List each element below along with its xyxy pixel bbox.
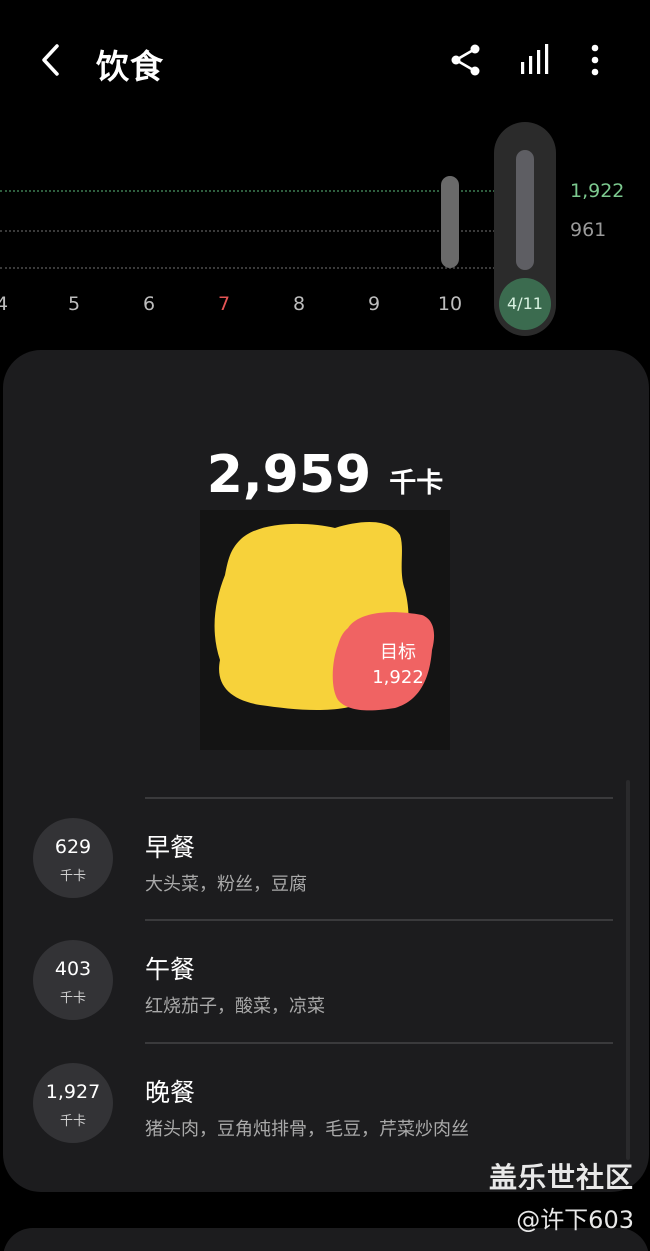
day-label[interactable]: 8 [279, 293, 319, 315]
total-calories: 2,959 千卡 [0, 445, 650, 505]
lemon-icon [214, 522, 435, 711]
goal-reference-line [0, 190, 495, 192]
day-label[interactable]: 6 [129, 293, 169, 315]
day-label[interactable]: 4 [0, 293, 22, 315]
calorie-bar-day-10[interactable] [441, 176, 459, 268]
selected-date-badge: 4/11 [499, 278, 551, 330]
app-header: 饮食 [0, 0, 650, 120]
day-label[interactable]: 9 [354, 293, 394, 315]
day-label[interactable]: 5 [54, 293, 94, 315]
meal-calorie-badge: 1,927 千卡 [33, 1063, 113, 1143]
meal-calories: 403 [54, 958, 92, 980]
meal-calories: 629 [54, 836, 92, 858]
meal-name: 晚餐 [145, 1078, 196, 1107]
day-label[interactable]: 10 [430, 293, 470, 315]
daily-calorie-chart: 1,922 961 4 5 6 7 8 9 10 4/11 [0, 120, 650, 345]
meal-calories-unit: 千卡 [59, 869, 86, 884]
day-label-sunday[interactable]: 7 [204, 293, 244, 315]
meal-items: 猪头肉，豆角炖排骨，毛豆，芹菜炒肉丝 [145, 1119, 469, 1140]
divider [145, 797, 613, 799]
meal-name: 午餐 [145, 955, 196, 984]
meal-calorie-badge: 403 千卡 [33, 940, 113, 1020]
share-button[interactable] [446, 40, 486, 80]
watermark: 盖乐世社区 @许下603 [489, 1156, 634, 1235]
diet-page: 饮食 1,922 961 4 5 6 7 8 9 10 4/11 2,959 千… [0, 0, 650, 1251]
calorie-bar-selected [516, 150, 534, 270]
chevron-left-icon [42, 44, 59, 76]
watermark-main: 盖乐世社区 [488, 1161, 634, 1194]
total-calories-unit: 千卡 [389, 468, 444, 499]
back-button[interactable] [30, 38, 74, 82]
meal-calories-unit: 千卡 [59, 1114, 86, 1129]
watermark-sub: @许下603 [516, 1206, 634, 1234]
half-goal-reference-line [0, 230, 495, 232]
meal-calories: 1,927 [45, 1081, 101, 1103]
more-options-button[interactable] [575, 40, 615, 80]
goal-label: 目标 [380, 642, 416, 663]
trends-button[interactable] [515, 40, 555, 80]
meal-items: 红烧茄子，酸菜，凉菜 [145, 996, 325, 1017]
scrollbar[interactable] [626, 780, 630, 1160]
share-icon [451, 44, 480, 76]
divider [145, 919, 613, 921]
calorie-illustration [200, 510, 450, 750]
goal-axis-value: 1,922 [570, 180, 625, 202]
meal-calories-unit: 千卡 [59, 991, 86, 1006]
divider [145, 1042, 613, 1044]
goal-badge: 目标 1,922 [362, 640, 434, 690]
meal-items: 大头菜，粉丝，豆腐 [145, 874, 307, 895]
bar-chart-icon [521, 44, 549, 74]
more-vertical-icon [591, 44, 599, 76]
meal-calorie-badge: 629 千卡 [33, 818, 113, 898]
half-goal-axis-value: 961 [570, 219, 607, 241]
page-title: 饮食 [96, 47, 164, 86]
meal-name: 早餐 [145, 833, 196, 862]
baseline-line [0, 267, 495, 269]
total-calories-value: 2,959 [206, 445, 372, 505]
goal-value: 1,922 [372, 667, 424, 688]
